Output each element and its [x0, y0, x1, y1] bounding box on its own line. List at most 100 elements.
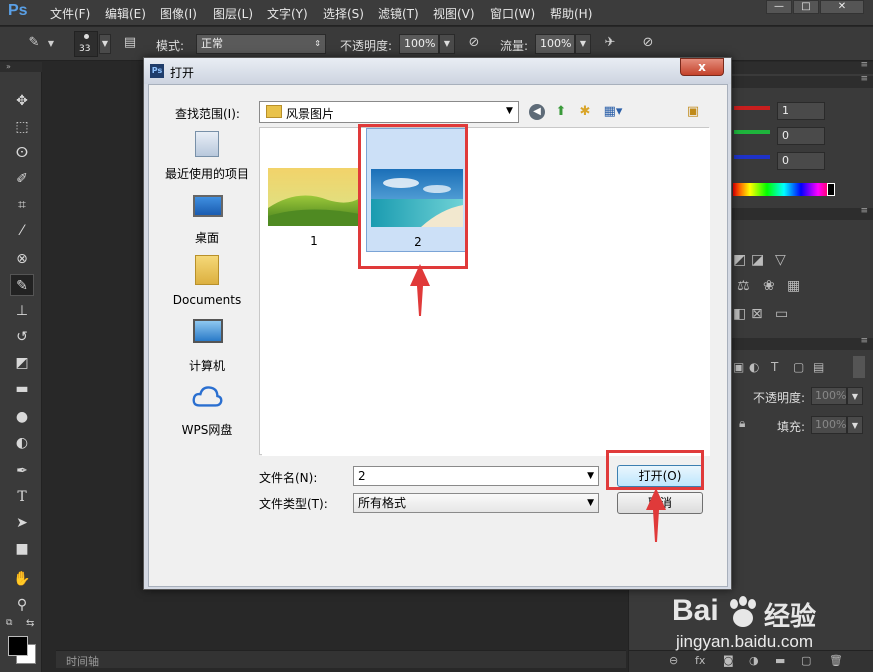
history-brush-tool-icon[interactable]: ↺: [10, 326, 34, 348]
blue-value-field[interactable]: 0: [777, 152, 825, 170]
place-wps-cloud[interactable]: WPS网盘: [161, 379, 253, 441]
pixel-filter-icon[interactable]: ▣: [733, 360, 744, 374]
place-documents[interactable]: Documents: [161, 251, 253, 313]
green-slider[interactable]: [734, 130, 770, 134]
swap-colors-icon[interactable]: ⇆: [26, 618, 34, 629]
menu-layer[interactable]: 图层(L): [213, 5, 253, 22]
panel-collapse-icon[interactable]: »: [0, 62, 42, 72]
lasso-tool-icon[interactable]: ⵙ: [10, 142, 34, 164]
flow-field[interactable]: 100%: [535, 34, 575, 54]
timeline-panel-tab[interactable]: 时间轴: [56, 650, 626, 668]
place-desktop[interactable]: 桌面: [161, 191, 253, 249]
filename-value: 2: [358, 469, 366, 483]
mode-select[interactable]: 正常 ⇕: [196, 34, 326, 54]
eyedropper-tool-icon[interactable]: ⁄: [10, 220, 34, 242]
lookin-combobox[interactable]: 风景图片 ▼: [259, 101, 519, 123]
hand-tool-icon[interactable]: ✋: [10, 568, 34, 590]
dodge-tool-icon[interactable]: ◐: [10, 432, 34, 454]
green-value-field[interactable]: 0: [777, 127, 825, 145]
brush-tool-icon[interactable]: ✎: [24, 35, 44, 53]
minimize-button[interactable]: —: [766, 0, 792, 14]
place-computer[interactable]: 计算机: [161, 315, 253, 377]
black-white-swatch[interactable]: [827, 183, 835, 196]
default-colors-icon[interactable]: ⧉: [6, 618, 12, 628]
place-recent[interactable]: 最近使用的项目: [161, 127, 253, 185]
selective-color-icon[interactable]: ▭: [775, 306, 788, 322]
dialog-close-button[interactable]: x: [680, 58, 724, 76]
threshold-icon[interactable]: ⊠: [751, 306, 763, 322]
filename-input[interactable]: 2 ▼: [353, 466, 599, 486]
stamp-tool-icon[interactable]: ⊥: [10, 300, 34, 322]
opacity-dropdown[interactable]: ▼: [439, 34, 455, 54]
menu-filter[interactable]: 滤镜(T): [378, 5, 419, 22]
dialog-titlebar[interactable]: Ps 打开 x: [144, 58, 731, 84]
crop-tool-icon[interactable]: ⌗: [10, 194, 34, 216]
marquee-tool-icon[interactable]: ⬚: [10, 116, 34, 138]
invert-icon[interactable]: ◧: [733, 306, 746, 322]
color-balance-icon[interactable]: ⚖: [737, 278, 750, 294]
menu-select[interactable]: 选择(S): [323, 5, 364, 22]
menu-edit[interactable]: 编辑(E): [105, 5, 146, 22]
filter-toggle[interactable]: [853, 356, 865, 378]
red-slider[interactable]: [734, 106, 770, 110]
favorites-folder-icon[interactable]: ▣: [683, 102, 703, 122]
smart-filter-icon[interactable]: ▤: [813, 360, 824, 374]
layer-opacity-field[interactable]: 100%: [811, 387, 847, 405]
shape-filter-icon[interactable]: ▢: [793, 360, 804, 374]
shape-tool-icon[interactable]: ■: [10, 538, 34, 560]
back-icon[interactable]: ◀: [529, 104, 545, 120]
pressure-opacity-icon[interactable]: ⊘: [464, 35, 484, 53]
type-filter-icon[interactable]: T: [771, 360, 778, 374]
file-item-1[interactable]: 1: [268, 168, 362, 248]
brush-panel-toggle-icon[interactable]: ▤: [120, 35, 140, 53]
maximize-button[interactable]: □: [793, 0, 819, 14]
panel-menu-icon[interactable]: ≡: [860, 206, 868, 216]
view-menu-icon[interactable]: ▦▾: [599, 102, 627, 122]
new-folder-icon[interactable]: ✱: [575, 102, 595, 122]
foreground-color-swatch[interactable]: [8, 636, 28, 656]
fill-dropdown[interactable]: ▼: [847, 416, 863, 434]
lock-icon[interactable]: 🔒︎: [739, 416, 745, 431]
color-lookup-icon[interactable]: ▦: [787, 278, 800, 294]
blur-tool-icon[interactable]: ●: [10, 406, 34, 428]
panel-menu-icon[interactable]: ≡: [860, 74, 868, 84]
quick-select-tool-icon[interactable]: ✐: [10, 168, 34, 190]
menu-window[interactable]: 窗口(W): [490, 5, 535, 22]
eraser-tool-icon[interactable]: ◩: [10, 352, 34, 374]
close-app-button[interactable]: ✕: [820, 0, 864, 14]
pen-tool-icon[interactable]: ✒: [10, 460, 34, 482]
up-folder-icon[interactable]: ⬆: [551, 102, 571, 122]
type-tool-icon[interactable]: T: [10, 486, 34, 508]
channel-mixer-icon[interactable]: ❀: [763, 278, 775, 294]
fill-field[interactable]: 100%: [811, 416, 847, 434]
brush-tool-icon[interactable]: ✎: [10, 274, 34, 296]
menu-view[interactable]: 视图(V): [433, 5, 475, 22]
zoom-tool-icon[interactable]: ⚲: [10, 594, 34, 616]
adjust-filter-icon[interactable]: ◐: [749, 360, 759, 374]
pressure-size-icon[interactable]: ⊘: [638, 35, 658, 53]
menu-help[interactable]: 帮助(H): [550, 5, 592, 22]
airbrush-icon[interactable]: ✈: [600, 35, 620, 53]
path-select-tool-icon[interactable]: ➤: [10, 512, 34, 534]
levels-adjust-icon[interactable]: ◩: [733, 252, 746, 268]
opacity-field[interactable]: 100%: [399, 34, 439, 54]
menu-file[interactable]: 文件(F): [50, 5, 90, 22]
gradient-tool-icon[interactable]: ▬: [10, 378, 34, 400]
gradient-triangle-icon[interactable]: ▽: [775, 252, 786, 268]
move-tool-icon[interactable]: ✥: [10, 90, 34, 112]
panel-menu-icon[interactable]: ≡: [860, 60, 868, 70]
brush-preset-dropdown[interactable]: ▼: [99, 34, 111, 54]
menu-type[interactable]: 文字(Y): [267, 5, 308, 22]
menu-image[interactable]: 图像(I): [160, 5, 197, 22]
brush-preset-picker[interactable]: 33: [74, 31, 98, 57]
healing-brush-tool-icon[interactable]: ⊗: [10, 248, 34, 270]
chevron-down-icon[interactable]: ▼: [46, 39, 56, 57]
red-value-field[interactable]: 1: [777, 102, 825, 120]
curves-adjust-icon[interactable]: ◪: [751, 252, 764, 268]
flow-dropdown[interactable]: ▼: [575, 34, 591, 54]
layer-opacity-dropdown[interactable]: ▼: [847, 387, 863, 405]
filetype-select[interactable]: 所有格式 ▼: [353, 493, 599, 513]
color-spectrum-bar[interactable]: [733, 183, 835, 196]
blue-slider[interactable]: [734, 155, 770, 159]
panel-menu-icon[interactable]: ≡: [860, 336, 868, 346]
